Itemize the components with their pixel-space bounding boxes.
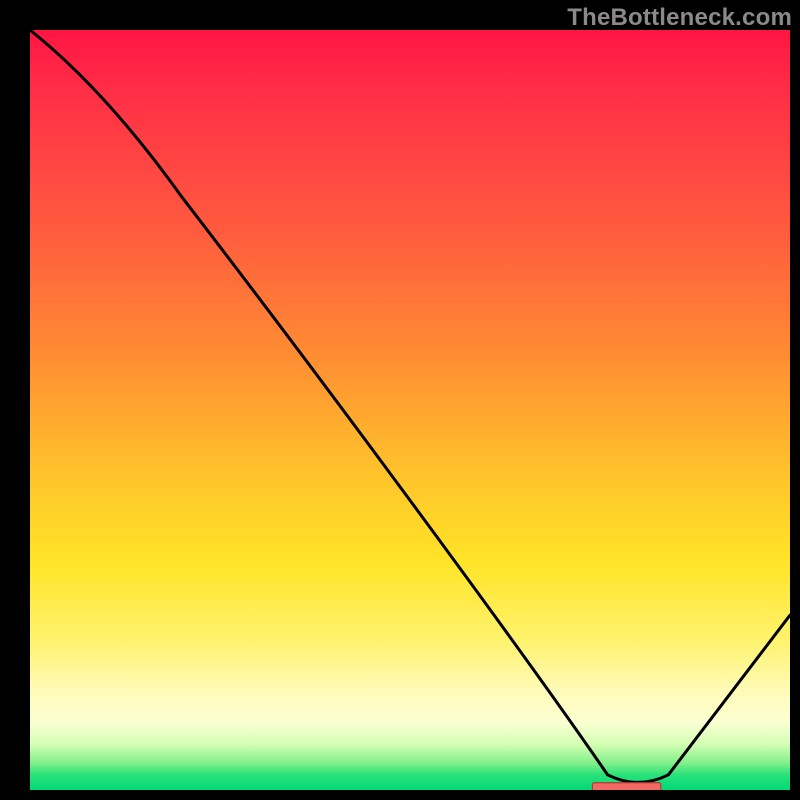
plot-gradient-background xyxy=(30,30,790,790)
watermark-text: TheBottleneck.com xyxy=(567,4,792,32)
chart-root: TheBottleneck.com xyxy=(0,0,800,800)
